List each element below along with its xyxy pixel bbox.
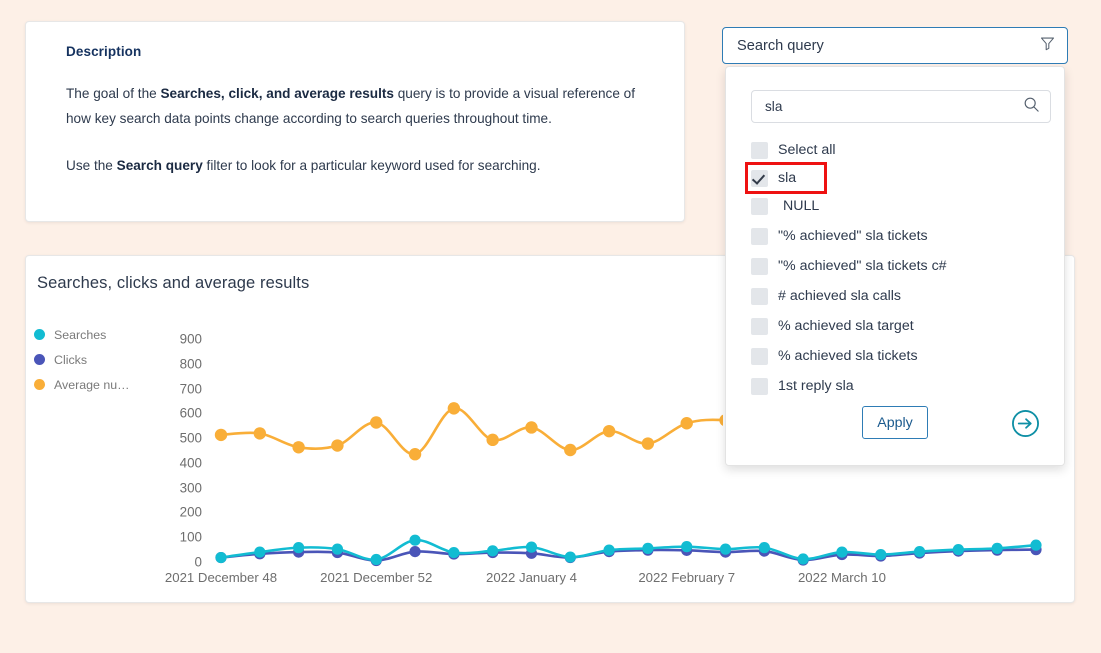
checkbox-icon[interactable] (751, 348, 768, 365)
dropdown-option-label: sla (778, 170, 796, 186)
checkbox-icon[interactable] (751, 258, 768, 275)
dropdown-option[interactable]: NULL (751, 191, 1064, 221)
dropdown-option-label: "% achieved" sla tickets c# (778, 258, 947, 274)
series-data-point[interactable] (409, 448, 421, 460)
apply-button[interactable]: Apply (862, 406, 928, 439)
dropdown-footer: Apply (726, 395, 1064, 465)
checkbox-icon[interactable] (751, 378, 768, 395)
dropdown-option[interactable]: "% achieved" sla tickets (751, 221, 1064, 251)
dropdown-option-label: NULL (778, 198, 819, 214)
series-data-point[interactable] (486, 434, 498, 446)
checkbox-icon[interactable] (751, 198, 768, 215)
series-data-point[interactable] (487, 545, 498, 556)
series-data-point[interactable] (254, 427, 266, 439)
series-data-point[interactable] (448, 547, 459, 558)
series-data-point[interactable] (448, 402, 460, 414)
series-data-point[interactable] (1030, 540, 1041, 551)
filter-label: Search query (737, 38, 1040, 54)
dropdown-option[interactable]: Select all (751, 135, 1064, 165)
series-data-point[interactable] (642, 543, 653, 554)
series-data-point[interactable] (642, 437, 654, 449)
desc-p2-bold: Search query (117, 158, 203, 173)
series-data-point[interactable] (720, 544, 731, 555)
description-paragraph-1: The goal of the Searches, click, and ave… (66, 81, 662, 131)
x-axis-tick-label: 2022 February 7 (638, 570, 735, 585)
dropdown-option[interactable]: "% achieved" sla tickets c# (751, 251, 1064, 281)
dropdown-option-label: % achieved sla target (778, 318, 914, 334)
series-data-point[interactable] (409, 546, 420, 557)
description-title: Description (66, 44, 662, 59)
series-data-point[interactable] (409, 535, 420, 546)
series-data-point[interactable] (215, 552, 226, 563)
x-axis-tick-label: 2022 January 4 (486, 570, 577, 585)
series-data-point[interactable] (371, 554, 382, 565)
dropdown-option[interactable]: sla (748, 165, 824, 191)
page-root: Description The goal of the Searches, cl… (0, 0, 1101, 653)
series-data-point[interactable] (798, 553, 809, 564)
series-data-point[interactable] (292, 441, 304, 453)
checkbox-checked-icon[interactable] (751, 170, 768, 187)
checkbox-icon[interactable] (751, 142, 768, 159)
search-query-dropdown-panel: sla Select all sla NULL "% achieved" sla ti… (725, 66, 1065, 466)
series-data-point[interactable] (681, 541, 692, 552)
checkbox-icon[interactable] (751, 228, 768, 245)
checkbox-icon[interactable] (751, 288, 768, 305)
desc-p1-bold: Searches, click, and average results (160, 86, 394, 101)
dropdown-option-label: 1st reply sla (778, 378, 854, 394)
series-data-point[interactable] (215, 429, 227, 441)
dropdown-option[interactable]: % achieved sla target (751, 311, 1064, 341)
series-data-point[interactable] (603, 425, 615, 437)
search-query-filter-button[interactable]: Search query (722, 27, 1068, 64)
dropdown-search-input[interactable]: sla (765, 99, 1023, 114)
dropdown-search-field[interactable]: sla (751, 90, 1051, 123)
description-paragraph-2: Use the Search query filter to look for … (66, 153, 662, 178)
series-data-point[interactable] (914, 546, 925, 557)
description-card: Description The goal of the Searches, cl… (25, 21, 685, 222)
series-line (221, 540, 1036, 560)
series-data-point[interactable] (331, 439, 343, 451)
series-data-point[interactable] (370, 416, 382, 428)
series-data-point[interactable] (293, 542, 304, 553)
desc-p2-post: filter to look for a particular keyword … (203, 158, 541, 173)
x-axis-tick-label: 2022 March 10 (798, 570, 886, 585)
dropdown-option-label: % achieved sla tickets (778, 348, 918, 364)
series-data-point[interactable] (836, 546, 847, 557)
desc-p1-pre: The goal of the (66, 86, 160, 101)
x-axis-tick-label: 2021 December 52 (320, 570, 432, 585)
magnifier-icon[interactable] (1023, 96, 1040, 118)
arrow-right-circle-icon[interactable] (1011, 409, 1040, 443)
series-data-point[interactable] (759, 542, 770, 553)
desc-p2-pre: Use the (66, 158, 117, 173)
series-data-point[interactable] (525, 421, 537, 433)
checkbox-icon[interactable] (751, 318, 768, 335)
dropdown-option-label: Select all (778, 142, 836, 158)
series-data-point[interactable] (681, 417, 693, 429)
series-data-point[interactable] (254, 546, 265, 557)
series-data-point[interactable] (332, 544, 343, 555)
dropdown-option[interactable]: 1st reply sla (751, 371, 1064, 397)
series-data-point[interactable] (953, 544, 964, 555)
dropdown-option-label: # achieved sla calls (778, 288, 901, 304)
funnel-icon[interactable] (1040, 36, 1055, 56)
dropdown-option-list[interactable]: Select all sla NULL "% achieved" sla ticket… (726, 135, 1064, 397)
series-data-point[interactable] (526, 542, 537, 553)
dropdown-option[interactable]: # achieved sla calls (751, 281, 1064, 311)
series-data-point[interactable] (565, 551, 576, 562)
series-data-point[interactable] (875, 549, 886, 560)
dropdown-option[interactable]: % achieved sla tickets (751, 341, 1064, 371)
series-data-point[interactable] (992, 543, 1003, 554)
series-data-point[interactable] (604, 545, 615, 556)
chart-series-searches (215, 535, 1041, 566)
series-data-point[interactable] (564, 444, 576, 456)
dropdown-option-label: "% achieved" sla tickets (778, 228, 928, 244)
x-axis-tick-label: 2021 December 48 (165, 570, 277, 585)
